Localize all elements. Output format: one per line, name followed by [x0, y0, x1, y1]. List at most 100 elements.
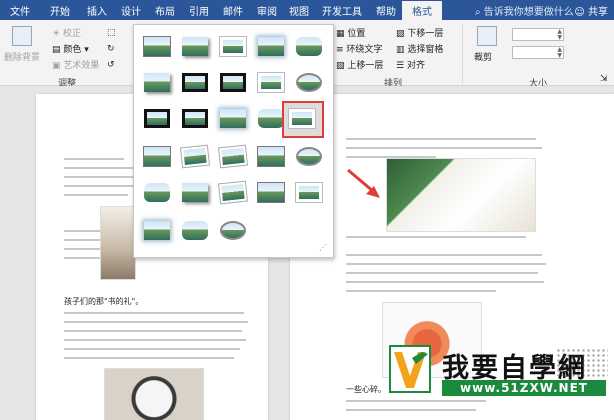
watermark-logo-icon — [389, 345, 431, 393]
site-watermark: 我要自學網 www.51ZXW.NET — [388, 340, 608, 400]
send-backward-button[interactable]: ▨ 下移一层 — [396, 26, 443, 39]
picture-style-thumb[interactable] — [292, 69, 326, 96]
share-label: 共享 — [588, 7, 608, 18]
wrap-text-label: 环绕文字 — [346, 45, 383, 55]
width-spinner[interactable]: ▲ ▼ — [512, 46, 564, 59]
text-line — [346, 281, 544, 283]
bring-forward-button[interactable]: ▧ 上移一层 — [336, 58, 383, 71]
artistic-label: 艺术效果 — [63, 61, 100, 71]
text-line — [346, 263, 546, 265]
picture-style-thumb[interactable] — [254, 33, 288, 60]
text-line — [64, 330, 242, 332]
tab-layout[interactable]: 布局 — [155, 3, 175, 18]
artistic-effects-button[interactable]: ▣ 艺术效果 — [52, 58, 99, 71]
picture-style-thumb[interactable] — [254, 105, 288, 132]
tab-help[interactable]: 帮助 — [376, 3, 396, 18]
text-line — [64, 312, 244, 314]
picture-style-thumb[interactable] — [292, 143, 326, 170]
picture-style-thumb[interactable] — [140, 179, 174, 206]
position-label: 位置 — [347, 29, 366, 39]
group-divider — [462, 24, 463, 84]
align-label: 对齐 — [406, 61, 425, 71]
picture-style-thumb[interactable] — [178, 105, 212, 132]
height-spinner[interactable]: ▲ ▼ — [512, 28, 564, 41]
compress-icon[interactable]: ⬚ — [107, 28, 116, 38]
size-dialog-launcher-icon[interactable]: ⇲ — [600, 74, 608, 84]
picture-style-thumb[interactable] — [140, 143, 174, 170]
picture-style-thumb[interactable] — [216, 69, 250, 96]
picture-style-thumb[interactable] — [178, 143, 212, 170]
picture-style-thumb[interactable] — [216, 105, 250, 132]
picture-style-thumb[interactable] — [216, 33, 250, 60]
picture-style-thumb[interactable] — [178, 33, 212, 60]
crop-button[interactable]: 裁剪 — [474, 50, 492, 63]
text-line — [346, 290, 496, 292]
text-line — [64, 158, 124, 160]
picture-style-thumb[interactable] — [292, 179, 326, 206]
right-caption: 一些心碎。 — [346, 385, 386, 394]
watermark-url: www.51ZXW.NET — [442, 380, 606, 396]
left-photo-clock[interactable] — [104, 368, 204, 420]
position-button[interactable]: ▦ 位置 — [336, 26, 365, 39]
text-line — [64, 348, 240, 350]
text-line — [346, 138, 536, 140]
change-picture-icon[interactable]: ↻ — [107, 44, 115, 54]
bring-forward-label: 上移一层 — [347, 61, 384, 71]
picture-style-thumb[interactable] — [178, 179, 212, 206]
align-button[interactable]: ☰ 对齐 — [396, 58, 425, 71]
left-photo-top[interactable] — [100, 206, 136, 280]
color-label: 颜色 — [63, 45, 82, 55]
picture-style-thumb[interactable] — [254, 69, 288, 96]
picture-style-thumb[interactable] — [140, 69, 174, 96]
reset-picture-icon[interactable]: ↺ — [107, 60, 115, 70]
crop-icon — [477, 26, 497, 46]
text-line — [64, 194, 128, 196]
tab-insert[interactable]: 插入 — [87, 3, 107, 18]
tell-me-box[interactable]: ⌕ 告诉我你想要做什么 — [475, 3, 574, 18]
tab-home[interactable]: 开始 — [50, 3, 70, 18]
text-line — [64, 321, 248, 323]
picture-style-thumb[interactable] — [140, 217, 174, 244]
tab-mailings[interactable]: 邮件 — [223, 3, 243, 18]
text-line — [346, 272, 538, 274]
text-line — [64, 176, 134, 178]
tab-format[interactable]: 格式 — [402, 1, 442, 20]
red-arrow-icon — [347, 168, 380, 198]
selection-pane-label: 选择窗格 — [407, 45, 444, 55]
color-button[interactable]: ▤ 颜色 ▾ — [52, 42, 89, 55]
ribbon-tab-bar: 文件 开始 插入 设计 布局 引用 邮件 审阅 视图 开发工具 帮助 格式 ⌕ … — [0, 0, 614, 20]
corrections-label: 校正 — [62, 29, 81, 39]
selection-pane-button[interactable]: ▥ 选择窗格 — [396, 42, 443, 55]
left-caption: 孩子们的那"书的礼"。 — [64, 297, 144, 306]
picture-style-thumb[interactable] — [216, 179, 250, 206]
gallery-resize-grip-icon[interactable]: ⋰ — [319, 243, 327, 252]
tab-review[interactable]: 审阅 — [257, 3, 277, 18]
picture-style-thumb[interactable] — [216, 143, 250, 170]
picture-style-thumb[interactable] — [140, 33, 174, 60]
text-line — [346, 236, 526, 238]
picture-style-thumb[interactable] — [254, 179, 288, 206]
corrections-button[interactable]: ☀ 校正 — [52, 26, 81, 39]
text-line — [346, 254, 542, 256]
watermark-dot-pattern — [556, 348, 608, 378]
tab-view[interactable]: 视图 — [289, 3, 309, 18]
tab-developer[interactable]: 开发工具 — [322, 3, 362, 18]
picture-style-thumb[interactable] — [178, 217, 212, 244]
right-photo-desk[interactable] — [386, 158, 536, 232]
picture-style-thumb[interactable] — [216, 217, 250, 244]
text-line — [346, 147, 542, 149]
share-icon: ☺ — [574, 7, 585, 18]
text-line — [64, 357, 234, 359]
wrap-text-button[interactable]: ≡ 环绕文字 — [336, 42, 382, 55]
picture-style-thumb[interactable] — [292, 33, 326, 60]
picture-style-thumb[interactable] — [254, 143, 288, 170]
tab-design[interactable]: 设计 — [121, 3, 141, 18]
tab-file[interactable]: 文件 — [10, 3, 30, 18]
tab-references[interactable]: 引用 — [189, 3, 209, 18]
remove-background-button[interactable]: 删除背景 — [4, 50, 40, 63]
picture-style-thumb[interactable] — [140, 105, 174, 132]
picture-style-thumb-selected[interactable] — [282, 101, 324, 138]
picture-style-thumb[interactable] — [178, 69, 212, 96]
remove-background-icon — [12, 26, 32, 46]
share-button[interactable]: ☺ 共享 — [574, 3, 608, 18]
